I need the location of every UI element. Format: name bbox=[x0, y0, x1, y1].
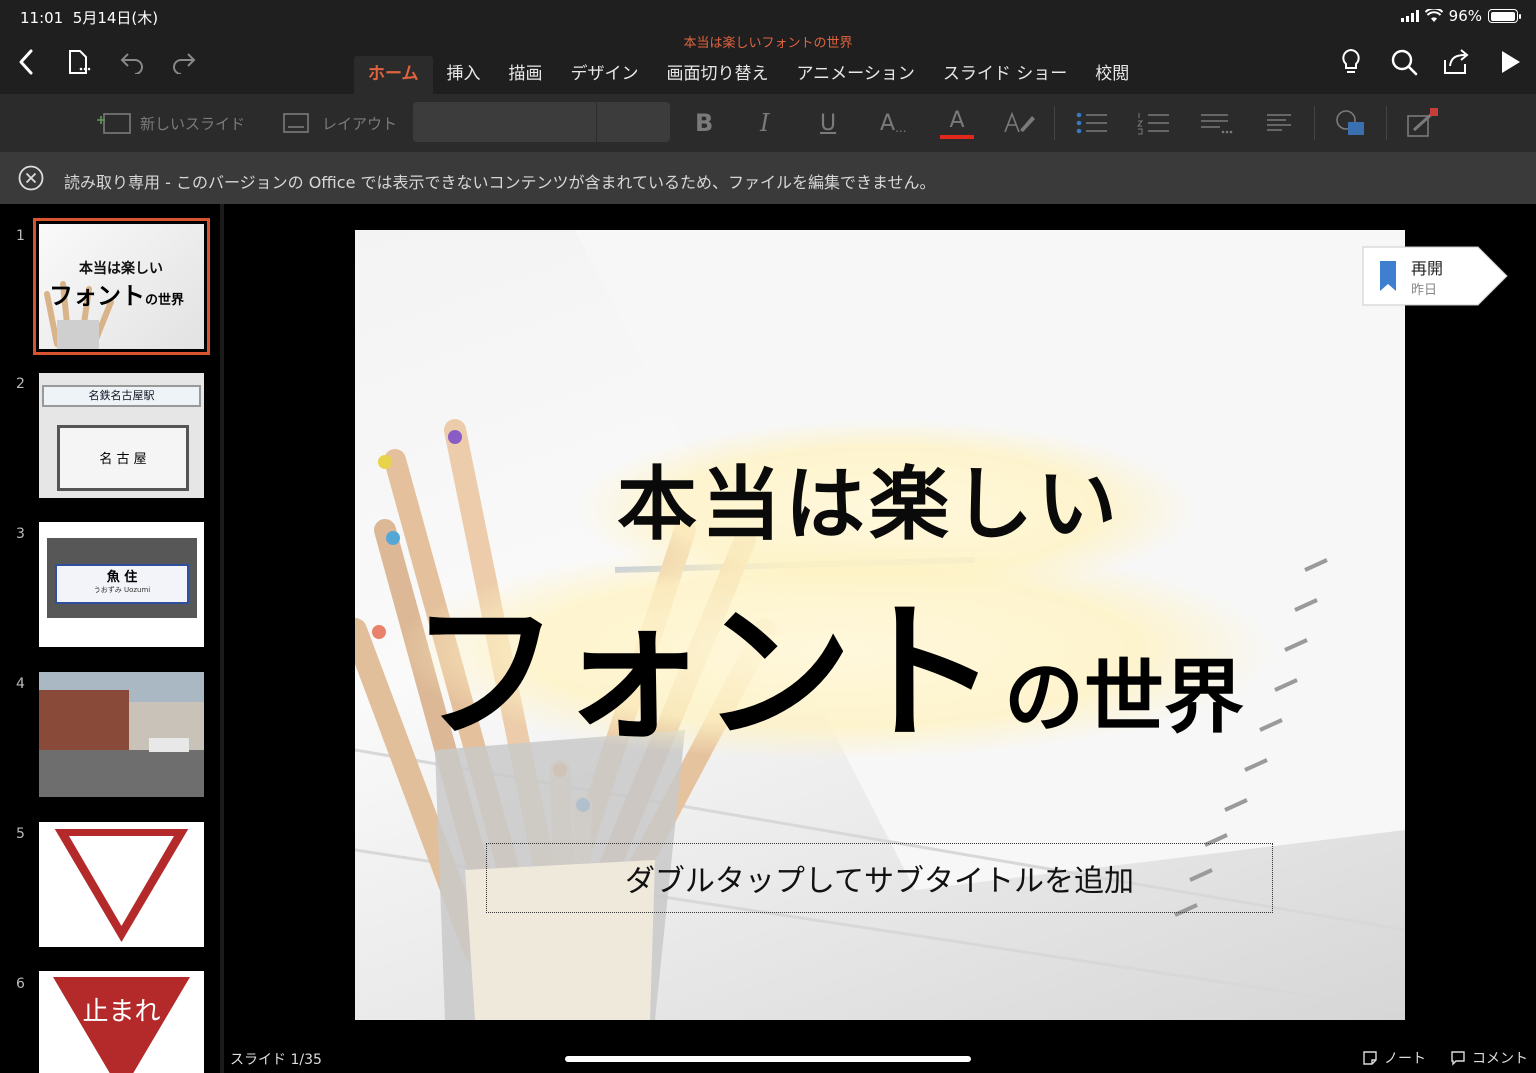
title-bar: 本当は楽しいフォントの世界 ホーム 挿入 描画 デザイン 画面切り替え アニメー… bbox=[0, 30, 1536, 94]
back-icon[interactable] bbox=[10, 46, 42, 78]
tab-transitions[interactable]: 画面切り替え bbox=[653, 56, 783, 94]
bullet-list-icon[interactable] bbox=[1074, 94, 1110, 152]
status-time: 11:01 5月14日(木) bbox=[20, 9, 159, 27]
tab-home[interactable]: ホーム bbox=[354, 56, 433, 94]
read-only-notice: 読み取り専用 - このバージョンの Office では表示できないコンテンツが含… bbox=[0, 152, 1536, 204]
font-size-button[interactable]: A... bbox=[880, 94, 907, 152]
thumb-number: 2 bbox=[16, 376, 25, 392]
slide-4-preview bbox=[39, 672, 204, 797]
align-left-icon[interactable] bbox=[1264, 94, 1294, 152]
share-icon[interactable] bbox=[1440, 46, 1472, 78]
font-color-button[interactable]: A bbox=[940, 94, 974, 152]
tab-insert[interactable]: 挿入 bbox=[433, 56, 495, 94]
slide-thumbnail-panel: 1 本当は楽しい フォントの世界 2 名鉄名古屋駅 名 古 屋 3 魚 住 うお… bbox=[0, 204, 220, 1073]
resume-subtitle: 昨日 bbox=[1411, 283, 1438, 298]
thumb-stop-text: 止まれ bbox=[82, 997, 161, 1027]
slide-title-line2: フォント の世界 bbox=[410, 587, 1245, 761]
close-icon[interactable] bbox=[18, 165, 44, 191]
signal-icon bbox=[1400, 10, 1419, 22]
comment-icon bbox=[1451, 1051, 1465, 1066]
layout-icon bbox=[283, 113, 309, 133]
bold-button[interactable]: B bbox=[695, 94, 713, 152]
status-indicators: 96% bbox=[1400, 7, 1521, 25]
thumb-title-line2: フォントの世界 bbox=[49, 282, 185, 310]
lightbulb-icon[interactable] bbox=[1335, 46, 1367, 78]
status-bar: 11:01 5月14日(木) 96% bbox=[0, 0, 1536, 30]
slide-thumbnail-2[interactable]: 名鉄名古屋駅 名 古 屋 bbox=[39, 373, 204, 498]
bookmark-icon bbox=[1380, 261, 1396, 291]
slide-thumbnail-4[interactable] bbox=[39, 672, 204, 797]
new-slide-icon bbox=[97, 113, 131, 134]
thumb-sign-top: 名鉄名古屋駅 bbox=[42, 385, 201, 407]
underline-button[interactable]: U bbox=[820, 94, 836, 152]
thumb-number: 1 bbox=[16, 228, 25, 244]
resume-title: 再開 bbox=[1411, 259, 1444, 278]
notes-button[interactable]: ノート bbox=[1362, 1048, 1426, 1068]
home-indicator[interactable] bbox=[565, 1056, 971, 1062]
thumb-number: 5 bbox=[16, 826, 25, 842]
undo-icon[interactable] bbox=[116, 46, 148, 78]
numbered-list-icon[interactable] bbox=[1136, 94, 1172, 152]
thumb-number: 3 bbox=[16, 526, 25, 542]
slide-thumbnail-1[interactable]: 本当は楽しい フォントの世界 bbox=[33, 218, 210, 355]
slide-thumbnail-3[interactable]: 魚 住 うおずみ Uozumi bbox=[39, 522, 204, 647]
thumb-number: 6 bbox=[16, 976, 25, 992]
slide-counter: スライド 1/35 bbox=[230, 1052, 322, 1068]
thumb-sign-bottom: 名 古 屋 bbox=[57, 425, 189, 491]
italic-button[interactable]: I bbox=[760, 94, 769, 152]
slide-title-line1: 本当は楽しい bbox=[617, 458, 1121, 551]
comments-button[interactable]: コメント bbox=[1450, 1048, 1528, 1068]
shapes-icon[interactable] bbox=[1334, 94, 1368, 152]
resume-reading-tag[interactable]: 再開 昨日 bbox=[1362, 246, 1508, 306]
notes-icon bbox=[1363, 1051, 1377, 1065]
ribbon-tabs: ホーム 挿入 描画 デザイン 画面切り替え アニメーション スライド ショー 校… bbox=[354, 56, 1143, 94]
slide-thumbnail-6[interactable]: 止まれ bbox=[39, 971, 204, 1073]
tab-slideshow[interactable]: スライド ショー bbox=[929, 56, 1081, 94]
tab-design[interactable]: デザイン bbox=[557, 56, 653, 94]
search-icon[interactable] bbox=[1388, 46, 1420, 78]
wifi-icon bbox=[1424, 9, 1443, 22]
font-name-field[interactable] bbox=[413, 102, 670, 142]
redo-icon[interactable] bbox=[168, 46, 200, 78]
tab-draw[interactable]: 描画 bbox=[495, 56, 557, 94]
ribbon-toolbar: 新しいスライド レイアウト B I U A... A bbox=[0, 94, 1536, 152]
format-painter-icon[interactable] bbox=[1404, 94, 1440, 152]
thumb-title-line1: 本当は楽しい bbox=[79, 261, 163, 277]
yield-sign-icon bbox=[51, 827, 192, 946]
new-slide-button[interactable]: 新しいスライド bbox=[96, 94, 245, 152]
subtitle-placeholder[interactable]: ダブルタップしてサブタイトルを追加 bbox=[486, 843, 1273, 913]
battery-icon bbox=[1488, 9, 1521, 23]
battery-percent: 96% bbox=[1448, 7, 1482, 25]
paragraph-icon[interactable] bbox=[1198, 94, 1234, 152]
thumb-number: 4 bbox=[16, 676, 25, 692]
document-title: 本当は楽しいフォントの世界 bbox=[683, 36, 853, 51]
tab-review[interactable]: 校閲 bbox=[1081, 56, 1143, 94]
thumb-station-sign: 魚 住 うおずみ Uozumi bbox=[55, 564, 189, 604]
layout-button[interactable]: レイアウト bbox=[282, 94, 397, 152]
font-color-swatch bbox=[940, 134, 974, 139]
notice-text: 読み取り専用 - このバージョンの Office では表示できないコンテンツが含… bbox=[64, 173, 936, 192]
slide-thumbnail-5[interactable] bbox=[39, 822, 204, 947]
tab-animations[interactable]: アニメーション bbox=[783, 56, 929, 94]
highlight-icon[interactable] bbox=[1002, 94, 1038, 152]
footer-actions: ノート コメント bbox=[1362, 1048, 1528, 1068]
file-icon[interactable] bbox=[62, 46, 94, 78]
play-icon[interactable] bbox=[1494, 46, 1526, 78]
